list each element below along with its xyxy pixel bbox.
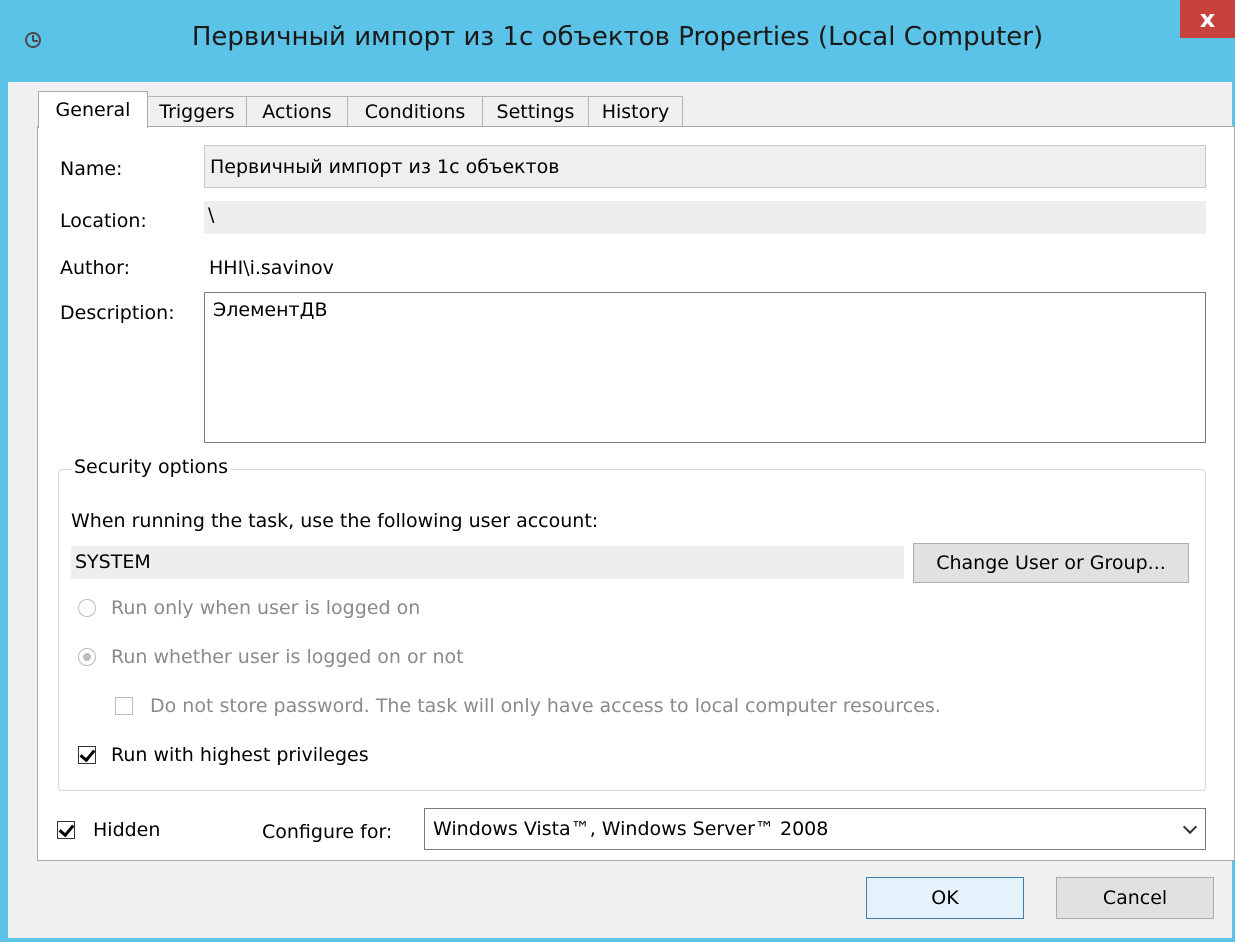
ok-button[interactable]: OK [866, 877, 1024, 919]
dialog-body: General Triggers Actions Conditions Sett… [8, 82, 1235, 938]
name-value: Первичный импорт из 1с объектов [210, 155, 560, 178]
hidden-label: Hidden [93, 819, 161, 841]
change-user-button[interactable]: Change User or Group... [913, 543, 1189, 583]
configure-for-value: Windows Vista™, Windows Server™ 2008 [433, 818, 829, 840]
highest-privileges-checkbox[interactable] [78, 746, 96, 764]
hidden-checkbox[interactable] [57, 821, 75, 839]
tab-settings[interactable]: Settings [482, 96, 589, 127]
tab-history[interactable]: History [588, 96, 683, 127]
configure-for-label: Configure for: [262, 821, 393, 843]
general-panel: Name: Первичный импорт из 1с объектов Lo… [37, 126, 1235, 861]
window-title: Первичный импорт из 1с объектов Properti… [191, 22, 1044, 52]
author-value: HHI\i.savinov [209, 257, 334, 279]
description-textarea[interactable]: ЭлементДВ [204, 292, 1206, 443]
security-options-group: Security options When running the task, … [58, 456, 1206, 791]
security-group-title: Security options [71, 456, 232, 478]
run-whether-logged-on-radio[interactable] [78, 648, 96, 666]
description-label: Description: [60, 302, 175, 324]
close-button[interactable]: x [1180, 0, 1235, 38]
configure-for-select[interactable]: Windows Vista™, Windows Server™ 2008 [424, 808, 1206, 850]
highest-privileges-label: Run with highest privileges [111, 744, 369, 766]
chevron-down-icon [1182, 819, 1198, 835]
tab-actions[interactable]: Actions [246, 96, 348, 127]
run-whether-logged-on-label: Run whether user is logged on or not [111, 646, 464, 668]
location-value: \ [208, 204, 215, 226]
do-not-store-password-checkbox[interactable] [115, 697, 133, 715]
author-label: Author: [60, 257, 131, 279]
name-label: Name: [60, 158, 123, 180]
tab-conditions[interactable]: Conditions [347, 96, 483, 127]
description-value: ЭлементДВ [213, 299, 328, 321]
title-bar[interactable]: Первичный импорт из 1с объектов Properti… [0, 0, 1235, 82]
user-account-value: SYSTEM [75, 551, 151, 573]
run-only-logged-on-radio[interactable] [78, 599, 96, 617]
user-account-field[interactable]: SYSTEM [71, 546, 904, 579]
clock-icon [25, 32, 41, 48]
name-field[interactable]: Первичный импорт из 1с объектов [204, 145, 1206, 188]
account-prompt: When running the task, use the following… [71, 510, 599, 532]
run-only-logged-on-label: Run only when user is logged on [111, 597, 421, 619]
cancel-button[interactable]: Cancel [1056, 877, 1214, 919]
tab-triggers[interactable]: Triggers [147, 96, 247, 127]
location-label: Location: [60, 210, 147, 232]
location-field[interactable]: \ [204, 201, 1206, 234]
tab-general[interactable]: General [38, 91, 148, 128]
do-not-store-password-label: Do not store password. The task will onl… [150, 695, 941, 717]
properties-dialog: Первичный импорт из 1с объектов Properti… [0, 0, 1235, 942]
